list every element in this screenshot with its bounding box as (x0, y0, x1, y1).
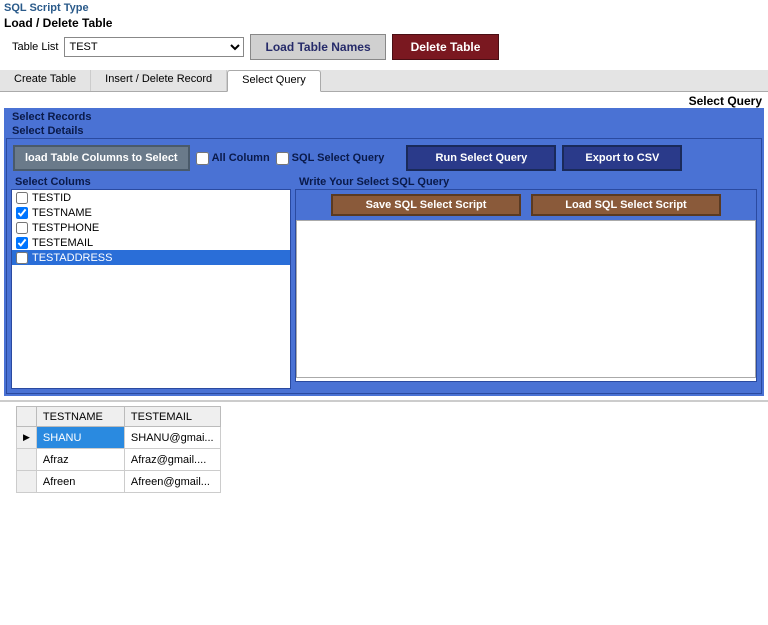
cell-email[interactable]: SHANU@gmai... (124, 427, 220, 449)
run-select-query-button[interactable]: Run Select Query (406, 145, 556, 171)
column-name-label: TESTADDRESS (32, 252, 112, 264)
tab-select-query[interactable]: Select Query (227, 70, 321, 92)
tabstrip: Create Table Insert / Delete Record Sele… (0, 70, 768, 92)
column-checkbox[interactable] (16, 192, 28, 204)
delete-table-button[interactable]: Delete Table (392, 34, 500, 60)
table-row[interactable]: AfreenAfreen@gmail... (17, 471, 221, 493)
table-list-select[interactable]: TEST (64, 37, 244, 57)
all-column-checkbox[interactable] (196, 152, 209, 165)
table-list-label: Table List (4, 41, 58, 53)
sql-textarea[interactable] (296, 220, 756, 378)
column-name-label: TESTID (32, 192, 71, 204)
row-indicator: ▶ (17, 427, 37, 449)
load-table-names-button[interactable]: Load Table Names (250, 34, 385, 60)
save-sql-script-button[interactable]: Save SQL Select Script (331, 194, 521, 216)
select-columns-title: Select Colums (11, 175, 291, 189)
cell-name[interactable]: SHANU (36, 427, 124, 449)
write-sql-title: Write Your Select SQL Query (295, 175, 757, 189)
select-records-title: Select Records (6, 110, 762, 124)
column-name-label: TESTPHONE (32, 222, 99, 234)
column-checkbox[interactable] (16, 207, 28, 219)
sql-select-query-label: SQL Select Query (292, 152, 385, 164)
results-table[interactable]: TESTNAME TESTEMAIL ▶SHANUSHANU@gmai...Af… (16, 406, 221, 493)
column-item[interactable]: TESTID (12, 190, 290, 205)
cell-email[interactable]: Afraz@gmail.... (124, 449, 220, 471)
column-name-label: TESTEMAIL (32, 237, 93, 249)
cell-name[interactable]: Afreen (36, 471, 124, 493)
table-row[interactable]: AfrazAfraz@gmail.... (17, 449, 221, 471)
sql-script-type-label: SQL Script Type (4, 2, 764, 14)
cell-email[interactable]: Afreen@gmail... (124, 471, 220, 493)
columns-listbox[interactable]: TESTID TESTNAME TESTPHONE TESTEMAIL TESTADDR… (11, 189, 291, 389)
column-checkbox[interactable] (16, 237, 28, 249)
results-header-name[interactable]: TESTNAME (36, 407, 124, 427)
select-details-title: Select Details (6, 124, 762, 138)
column-name-label: TESTNAME (32, 207, 92, 219)
select-query-heading: Select Query (0, 92, 768, 108)
load-delete-title: Load / Delete Table (4, 16, 764, 30)
row-indicator (17, 471, 37, 493)
all-column-label: All Column (212, 152, 270, 164)
all-column-checkbox-wrap[interactable]: All Column (196, 152, 270, 165)
load-columns-button[interactable]: load Table Columns to Select (13, 145, 190, 171)
column-checkbox[interactable] (16, 222, 28, 234)
column-item[interactable]: TESTNAME (12, 205, 290, 220)
row-indicator-header (17, 407, 37, 427)
column-checkbox[interactable] (16, 252, 28, 264)
row-indicator (17, 449, 37, 471)
sql-select-query-checkbox-wrap[interactable]: SQL Select Query (276, 152, 385, 165)
results-header-email[interactable]: TESTEMAIL (124, 407, 220, 427)
select-query-panel: Select Records Select Details load Table… (4, 108, 764, 396)
results-area: TESTNAME TESTEMAIL ▶SHANUSHANU@gmai...Af… (0, 400, 768, 625)
tab-insert-delete[interactable]: Insert / Delete Record (91, 70, 227, 91)
load-sql-script-button[interactable]: Load SQL Select Script (531, 194, 721, 216)
export-csv-button[interactable]: Export to CSV (562, 145, 682, 171)
cell-name[interactable]: Afraz (36, 449, 124, 471)
column-item[interactable]: TESTPHONE (12, 220, 290, 235)
sql-select-query-checkbox[interactable] (276, 152, 289, 165)
table-row[interactable]: ▶SHANUSHANU@gmai... (17, 427, 221, 449)
column-item[interactable]: TESTADDRESS (12, 250, 290, 265)
tab-create-table[interactable]: Create Table (0, 70, 91, 91)
column-item[interactable]: TESTEMAIL (12, 235, 290, 250)
